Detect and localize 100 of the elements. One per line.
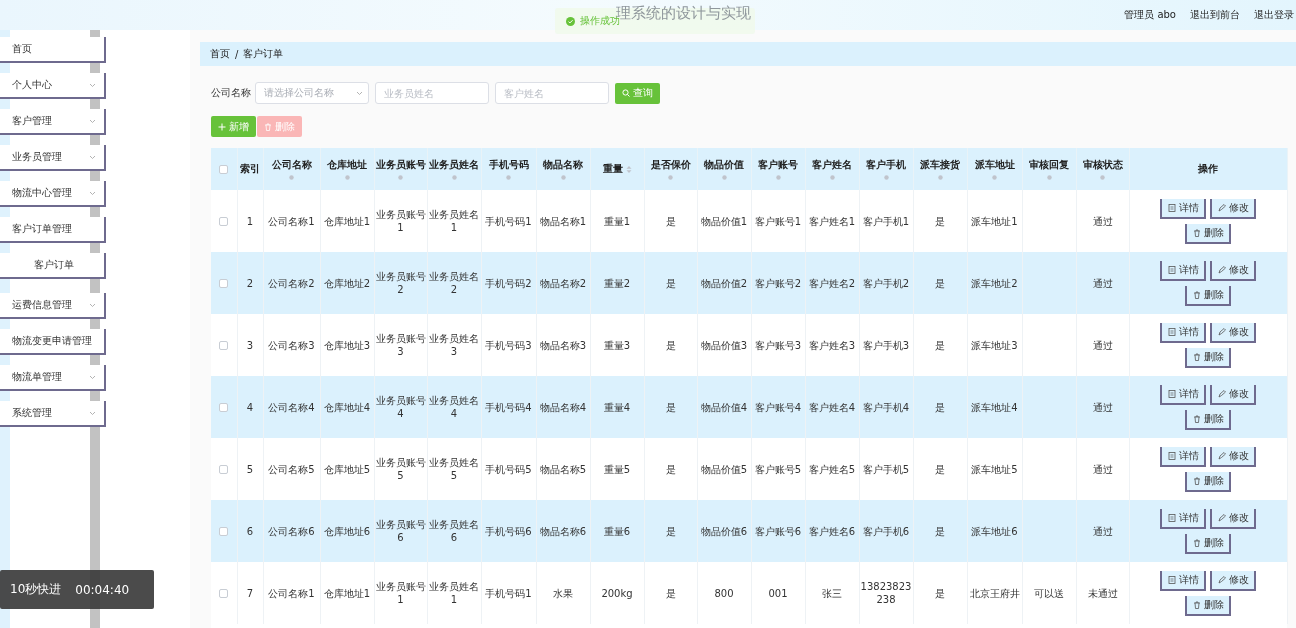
table-cell: 手机号码6 — [485, 525, 532, 537]
edit-button[interactable]: 修改 — [1210, 570, 1256, 591]
table-cell: 物品价值3 — [700, 339, 748, 351]
chevron-down-icon — [89, 410, 96, 416]
sidebar-item[interactable]: 物流中心管理 — [0, 181, 106, 207]
column-header: 仓库地址 — [320, 148, 374, 190]
sort-icon[interactable] — [560, 174, 566, 180]
chevron-down-icon — [89, 374, 96, 380]
edit-button[interactable]: 修改 — [1210, 322, 1256, 343]
table-cell: 通过 — [1092, 525, 1113, 537]
row-checkbox[interactable] — [219, 527, 229, 536]
header-link[interactable]: 退出到前台 — [1190, 8, 1240, 22]
sort-icon[interactable] — [775, 174, 781, 180]
sidebar-item[interactable]: 首页 — [0, 37, 106, 63]
detail-button[interactable]: 详情 — [1160, 508, 1206, 529]
sort-icon[interactable] — [398, 174, 403, 180]
document-icon — [1167, 513, 1176, 522]
table-cell: 5 — [246, 463, 254, 475]
table-cell: 物品价值2 — [700, 277, 748, 289]
user-name: 管理员 abo — [1124, 8, 1176, 22]
column-header: 客户手机 — [859, 148, 913, 190]
sort-icon[interactable] — [344, 174, 350, 180]
delete-button[interactable]: 删除 — [1185, 285, 1231, 306]
detail-button[interactable]: 详情 — [1160, 570, 1206, 591]
delete-button[interactable]: 删除 — [1185, 347, 1231, 368]
table-cell: 是 — [665, 277, 676, 289]
table-cell: 水果 — [553, 587, 573, 599]
breadcrumb-item[interactable]: 首页 — [210, 47, 230, 61]
table-cell: 公司名称2 — [268, 277, 315, 289]
sidebar-item[interactable]: 系统管理 — [0, 401, 106, 427]
sort-icon[interactable] — [451, 174, 457, 180]
detail-button[interactable]: 详情 — [1160, 384, 1206, 405]
table-cell: 客户账号1 — [754, 215, 802, 227]
edit-button[interactable]: 修改 — [1210, 508, 1256, 529]
sort-icon[interactable] — [289, 174, 294, 180]
table-cell: 是 — [935, 587, 945, 599]
table-cell: 客户账号5 — [754, 463, 802, 475]
row-checkbox[interactable] — [219, 465, 229, 474]
table-cell: 公司名称6 — [268, 525, 315, 537]
sort-icon[interactable] — [668, 174, 673, 180]
row-checkbox[interactable] — [219, 403, 229, 412]
table-cell: 物品名称1 — [539, 215, 587, 227]
delete-button[interactable]: 删除 — [1185, 409, 1231, 430]
field-label: 公司名称 — [211, 86, 251, 100]
edit-button[interactable]: 修改 — [1210, 260, 1256, 281]
sort-icon[interactable] — [721, 174, 727, 180]
table-cell: 重量2 — [603, 277, 631, 289]
table-cell: 是 — [665, 525, 676, 537]
delete-button[interactable]: 删除 — [1185, 595, 1231, 616]
sort-icon[interactable] — [829, 174, 835, 180]
table-cell: 3 — [246, 339, 254, 351]
row-checkbox[interactable] — [219, 589, 229, 598]
detail-button[interactable]: 详情 — [1160, 446, 1206, 467]
edit-button[interactable]: 修改 — [1210, 446, 1256, 467]
sidebar-item[interactable]: 物流变更申请管理 — [0, 329, 106, 355]
sidebar-item[interactable]: 客户订单管理 — [0, 217, 106, 243]
select-all-checkbox[interactable] — [219, 165, 229, 174]
column-header: 派车接货 — [913, 148, 967, 190]
delete-button[interactable]: 删除 — [1185, 533, 1231, 554]
row-checkbox[interactable] — [219, 341, 229, 350]
detail-button[interactable]: 详情 — [1160, 260, 1206, 281]
sidebar-item[interactable]: 物流单管理 — [0, 365, 106, 391]
table-cell: 物品名称5 — [539, 463, 587, 475]
column-header: 派车地址 — [967, 148, 1022, 190]
sidebar-item[interactable]: 客户管理 — [0, 109, 106, 135]
trash-icon — [1192, 476, 1201, 485]
delete-button[interactable]: 删除 — [1185, 223, 1231, 244]
detail-button[interactable]: 详情 — [1160, 198, 1206, 219]
delete-button[interactable]: 删除 — [1185, 471, 1231, 492]
chevron-down-icon — [89, 82, 96, 88]
table-cell: 重量3 — [603, 339, 631, 351]
sidebar-item[interactable]: 个人中心 — [0, 73, 106, 99]
table-cell: 客户账号6 — [754, 525, 802, 537]
edit-button[interactable]: 修改 — [1210, 198, 1256, 219]
input-field[interactable]: 业务员姓名 — [375, 82, 489, 104]
sort-icon[interactable] — [506, 174, 511, 180]
breadcrumb-item[interactable]: 客户订单 — [243, 47, 284, 61]
sort-icon[interactable] — [883, 174, 889, 180]
sort-icon[interactable] — [1046, 174, 1052, 180]
sidebar-subitem[interactable]: 客户订单 — [0, 253, 106, 279]
search-icon — [622, 89, 630, 97]
detail-button[interactable]: 详情 — [1160, 322, 1206, 343]
table-cell: 是 — [935, 339, 945, 351]
sidebar-item[interactable]: 运费信息管理 — [0, 293, 106, 319]
header-link[interactable]: 退出登录 — [1254, 8, 1294, 22]
edit-button[interactable]: 修改 — [1210, 384, 1256, 405]
sort-icon[interactable] — [625, 164, 632, 174]
table-cell: 13823823238 — [860, 581, 912, 605]
sort-icon[interactable] — [992, 174, 997, 180]
sort-icon[interactable] — [1100, 174, 1105, 180]
row-checkbox[interactable] — [219, 217, 229, 226]
trash-icon — [1192, 538, 1201, 547]
table-cell: 仓库地址1 — [323, 215, 371, 227]
input-field[interactable]: 客户姓名 — [495, 82, 609, 104]
sidebar-item[interactable]: 业务员管理 — [0, 145, 106, 171]
table-cell: 800 — [714, 587, 734, 599]
table-cell: 客户手机1 — [862, 215, 910, 227]
column-header: 审核回复 — [1022, 148, 1076, 190]
row-checkbox[interactable] — [219, 279, 229, 288]
sort-icon[interactable] — [937, 174, 943, 180]
